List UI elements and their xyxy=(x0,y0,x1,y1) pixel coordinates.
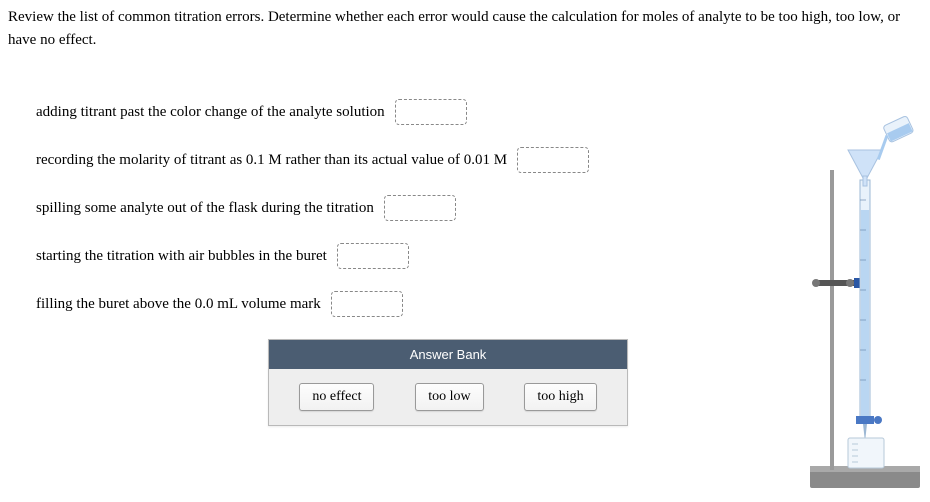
answer-option-too-high[interactable]: too high xyxy=(524,383,596,411)
drop-slot-3[interactable] xyxy=(384,195,456,221)
instructions-text: Review the list of common titration erro… xyxy=(8,6,918,51)
question-row: filling the buret above the 0.0 mL volum… xyxy=(36,291,922,317)
answer-option-no-effect[interactable]: no effect xyxy=(299,383,374,411)
question-text: filling the buret above the 0.0 mL volum… xyxy=(36,296,321,313)
drop-slot-5[interactable] xyxy=(331,291,403,317)
drop-slot-4[interactable] xyxy=(337,243,409,269)
answer-bank: Answer Bank no effect too low too high xyxy=(268,339,628,426)
question-row: spilling some analyte out of the flask d… xyxy=(36,195,922,221)
question-text: adding titrant past the color change of … xyxy=(36,104,385,121)
question-text: starting the titration with air bubbles … xyxy=(36,248,327,265)
question-row: adding titrant past the color change of … xyxy=(36,99,922,125)
answer-option-too-low[interactable]: too low xyxy=(415,383,483,411)
answer-bank-body: no effect too low too high xyxy=(269,369,627,425)
question-text: recording the molarity of titrant as 0.1… xyxy=(36,152,507,169)
funnel-icon xyxy=(848,150,882,186)
titration-apparatus-image xyxy=(800,90,920,490)
clamp-icon xyxy=(812,278,864,288)
buret-icon xyxy=(856,180,882,442)
drop-slot-2[interactable] xyxy=(517,147,589,173)
questions-column: adding titrant past the color change of … xyxy=(8,99,922,426)
question-row: starting the titration with air bubbles … xyxy=(36,243,922,269)
content-area: adding titrant past the color change of … xyxy=(8,99,922,426)
drop-slot-1[interactable] xyxy=(395,99,467,125)
beaker-icon xyxy=(848,438,884,468)
question-text: spilling some analyte out of the flask d… xyxy=(36,200,374,217)
answer-bank-title: Answer Bank xyxy=(269,340,627,369)
question-row: recording the molarity of titrant as 0.1… xyxy=(36,147,922,173)
